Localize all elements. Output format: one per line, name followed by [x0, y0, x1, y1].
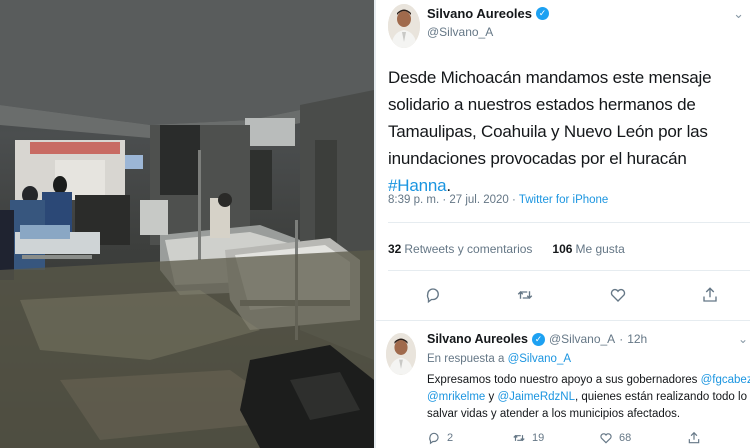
reply-tweet: Silvano Aureoles ✓ @Silvano_A · 12h ⌄ En… — [374, 320, 750, 448]
replying-to-link[interactable]: @Silvano_A — [508, 353, 571, 365]
share-icon — [688, 431, 700, 444]
mention-link[interactable]: @JaimeRdzNL — [497, 391, 575, 403]
tweet-text-end: . — [446, 176, 451, 195]
verified-badge-icon: ✓ — [531, 332, 545, 346]
chevron-down-icon[interactable]: ⌄ — [733, 6, 744, 22]
hashtag-link[interactable]: #Hanna — [388, 176, 447, 195]
retweet-button[interactable] — [514, 284, 536, 306]
mention-link[interactable]: @fgcabezadevaca — [701, 374, 750, 386]
tweet-time[interactable]: 8:39 p. m. · 27 jul. 2020 · — [388, 194, 519, 206]
replying-to: En respuesta a @Silvano_A — [427, 353, 571, 365]
reply-line-1: Expresamos todo nuestro apoyo a sus gobe… — [427, 372, 750, 389]
reply-icon — [429, 432, 439, 445]
tweet-actions — [374, 284, 750, 308]
reply-reply-button[interactable]: 2 — [427, 431, 453, 445]
reply-like-button[interactable]: 68 — [599, 431, 631, 445]
retweet-count: 19 — [532, 432, 545, 444]
reply-actions: 2 19 68 — [427, 431, 747, 448]
tweet-text-body: Desde Michoacán mandamos este mensaje so… — [388, 68, 712, 168]
retweet-icon — [517, 291, 533, 299]
tweet-stats: 32 Retweets y comentarios 106 Me gusta — [388, 242, 625, 256]
author-avatar-icon — [386, 333, 416, 375]
heart-icon — [610, 288, 626, 302]
reply-icon — [426, 288, 439, 304]
likes-stat[interactable]: 106 Me gusta — [552, 242, 624, 256]
divider — [388, 270, 750, 271]
retweet-icon — [513, 434, 525, 442]
likes-count: 106 — [552, 242, 573, 256]
tweet-text: Desde Michoacán mandamos este mensaje so… — [388, 64, 750, 199]
reply-count: 2 — [447, 432, 454, 444]
reply-header: Silvano Aureoles ✓ @Silvano_A · 12h — [427, 332, 647, 346]
divider — [388, 222, 750, 223]
retweets-count: 32 — [388, 242, 402, 256]
tweet-meta: 8:39 p. m. · 27 jul. 2020 · Twitter for … — [388, 194, 608, 206]
share-icon — [703, 287, 717, 302]
retweets-label: Retweets y comentarios — [404, 242, 533, 256]
separator-dot: · — [619, 332, 624, 346]
reply-line-2-mid: y — [485, 391, 498, 403]
chevron-down-icon[interactable]: ⌄ — [738, 332, 748, 346]
reply-line-3: salvar vidas y atender a los municipios … — [427, 408, 681, 420]
author-avatar-icon — [388, 4, 420, 48]
reply-author-name[interactable]: Silvano Aureoles — [427, 332, 528, 346]
reply-author-handle[interactable]: @Silvano_A — [549, 332, 615, 346]
tweet-source-link[interactable]: Twitter for iPhone — [519, 194, 608, 206]
reply-line-1-text: Expresamos todo nuestro apoyo a sus gobe… — [427, 374, 701, 386]
like-count: 68 — [619, 432, 632, 444]
reply-line-2-end: , quienes están realizando todo lo neces… — [574, 391, 750, 403]
retweets-stat[interactable]: 32 Retweets y comentarios — [388, 242, 532, 256]
flooded-hospital-photo-icon — [0, 0, 374, 448]
verified-badge-icon: ✓ — [536, 7, 549, 20]
tweet-panel: Silvano Aureoles ✓ @Silvano_A ⌄ Desde Mi… — [374, 0, 750, 448]
author-name-line: Silvano Aureoles ✓ — [427, 6, 549, 21]
reply-retweet-button[interactable]: 19 — [512, 431, 544, 445]
main-tweet: Silvano Aureoles ✓ @Silvano_A ⌄ Desde Mi… — [374, 0, 750, 318]
heart-icon — [600, 433, 612, 444]
like-button[interactable] — [607, 284, 629, 306]
share-button[interactable] — [699, 284, 721, 306]
reply-line-2: @mrikelme y @JaimeRdzNL, quienes están r… — [427, 389, 750, 406]
reply-share-button[interactable] — [687, 431, 701, 445]
flooded-hospital-photo — [0, 0, 374, 448]
avatar[interactable] — [386, 333, 416, 375]
reply-button[interactable] — [422, 284, 444, 306]
reply-time[interactable]: 12h — [627, 332, 647, 346]
author-handle[interactable]: @Silvano_A — [427, 25, 493, 39]
avatar[interactable] — [388, 4, 420, 48]
replying-label: En respuesta a — [427, 353, 508, 365]
reply-text: Expresamos todo nuestro apoyo a sus gobe… — [427, 372, 750, 423]
author-name[interactable]: Silvano Aureoles — [427, 6, 532, 21]
likes-label: Me gusta — [575, 242, 625, 256]
mention-link[interactable]: @mrikelme — [427, 391, 485, 403]
